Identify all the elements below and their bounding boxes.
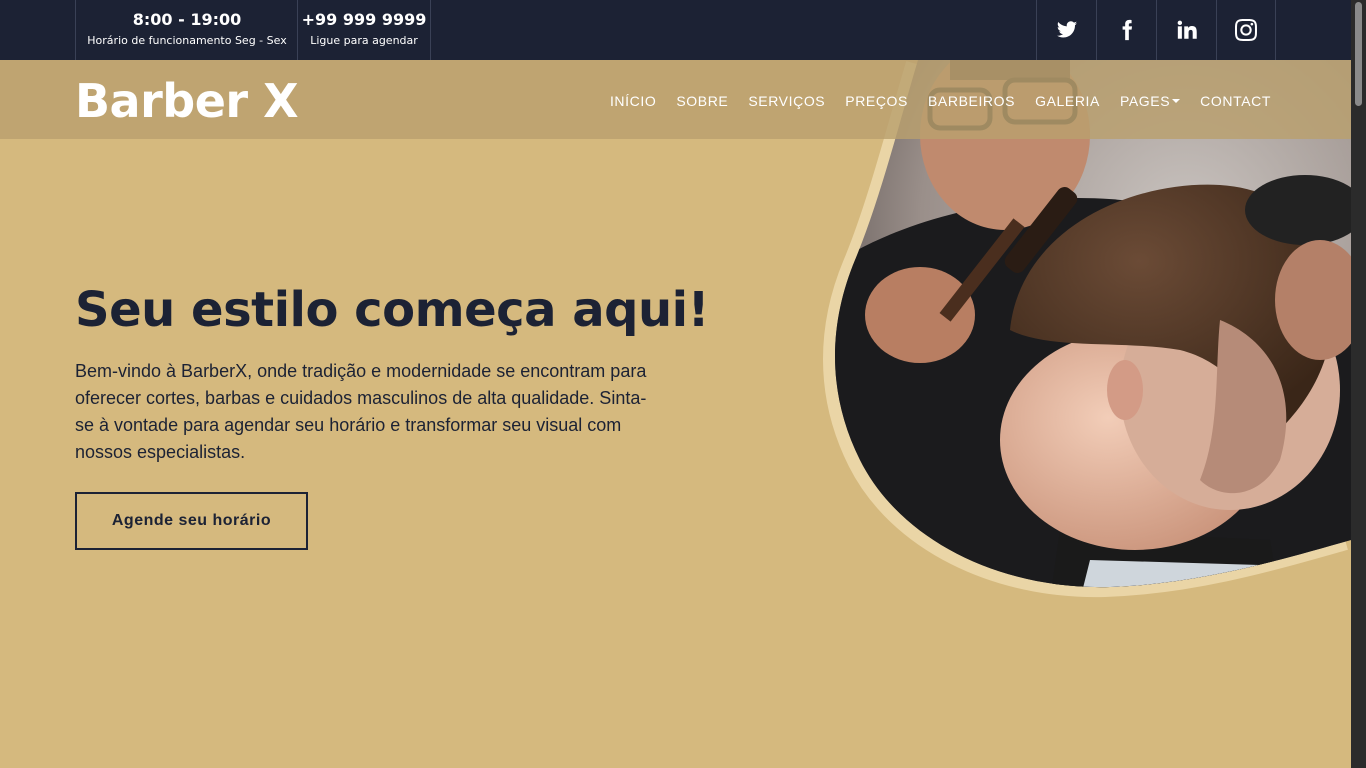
linkedin-link[interactable] (1156, 0, 1216, 60)
business-hours: 8:00 - 19:00 Horário de funcionamento Se… (75, 0, 298, 60)
page-scrollbar[interactable] (1351, 0, 1366, 768)
hours-value: 8:00 - 19:00 (132, 10, 242, 29)
instagram-link[interactable] (1216, 0, 1276, 60)
facebook-link[interactable] (1096, 0, 1156, 60)
social-links (1036, 0, 1276, 60)
nav-link-inicio[interactable]: INÍCIO (600, 92, 666, 110)
hero-barber-photo (823, 60, 1351, 598)
instagram-icon (1235, 19, 1257, 41)
nav-menu: INÍCIO SOBRE SERVIÇOS PREÇOS BARBEIROS G… (600, 92, 1281, 110)
caret-down-icon (1172, 98, 1181, 103)
phone-number[interactable]: +99 999 9999 (298, 10, 430, 30)
hours-label: Horário de funcionamento Seg - Sex (87, 34, 287, 47)
brand-mark: X (263, 74, 299, 128)
phone-contact: +99 999 9999 Ligue para agendar (297, 0, 431, 60)
phone-label: Ligue para agendar (310, 34, 418, 47)
brand-name: Barber (75, 74, 264, 128)
twitter-link[interactable] (1036, 0, 1096, 60)
brand-logo[interactable]: Barber X (75, 74, 299, 128)
nav-link-barbeiros[interactable]: BARBEIROS (918, 92, 1025, 110)
nav-dropdown-pages[interactable]: PAGES (1110, 92, 1190, 110)
hero-title: Seu estilo começa aqui! (75, 282, 710, 338)
top-bar: 8:00 - 19:00 Horário de funcionamento Se… (0, 0, 1351, 60)
book-appointment-button[interactable]: Agende seu horário (75, 492, 308, 550)
nav-link-servicos[interactable]: SERVIÇOS (738, 92, 835, 110)
nav-link-contact[interactable]: CONTACT (1190, 92, 1281, 110)
nav-link-sobre[interactable]: SOBRE (666, 92, 738, 110)
nav-link-galeria[interactable]: GALERIA (1025, 92, 1110, 110)
linkedin-icon (1177, 20, 1197, 39)
nav-link-pages: PAGES (1119, 93, 1171, 109)
facebook-icon (1122, 19, 1132, 41)
hero-description: Bem-vindo à BarberX, onde tradição e mod… (75, 361, 647, 462)
nav-link-precos[interactable]: PREÇOS (835, 92, 918, 110)
twitter-icon (1056, 21, 1077, 38)
scrollbar-thumb[interactable] (1355, 2, 1362, 106)
